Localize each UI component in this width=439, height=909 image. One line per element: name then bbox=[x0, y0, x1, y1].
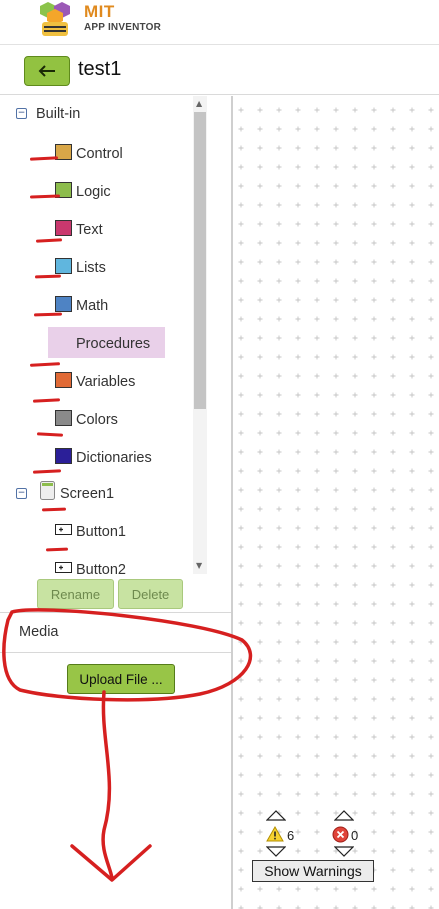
annotation-underline bbox=[45, 547, 69, 552]
error-count: 0 bbox=[351, 828, 359, 843]
category-swatch-lists bbox=[55, 258, 72, 274]
button-component-icon bbox=[55, 524, 72, 535]
tree-builtin-label[interactable]: Built-in bbox=[36, 106, 80, 122]
builtin-collapse-icon[interactable]: − bbox=[16, 108, 27, 119]
error-next-icon[interactable] bbox=[334, 846, 354, 858]
logo-subtitle: APP INVENTOR bbox=[84, 22, 162, 33]
annotation-underline bbox=[29, 362, 61, 367]
project-title: test1 bbox=[78, 58, 122, 80]
tree-screen1-label[interactable]: Screen1 bbox=[60, 486, 114, 502]
annotation-underline bbox=[33, 312, 63, 317]
button-component-icon bbox=[55, 562, 72, 573]
category-math[interactable]: Math bbox=[76, 298, 108, 314]
annotation-underline bbox=[32, 398, 61, 403]
header-divider bbox=[0, 44, 439, 45]
category-swatch-colors bbox=[55, 410, 72, 426]
warning-prev-icon[interactable] bbox=[266, 809, 286, 821]
annotation-arrow-shaft bbox=[101, 690, 114, 880]
annotation-underline bbox=[29, 156, 59, 161]
category-logic[interactable]: Logic bbox=[76, 184, 111, 200]
arrow-left-icon bbox=[38, 65, 55, 77]
blocks-workspace[interactable] bbox=[233, 96, 439, 909]
category-swatch-math bbox=[55, 296, 72, 312]
category-text[interactable]: Text bbox=[76, 222, 103, 238]
category-swatch-text bbox=[55, 220, 72, 236]
screen-icon bbox=[40, 481, 55, 500]
annotation-arrow-head bbox=[70, 844, 152, 882]
media-label: Media bbox=[19, 624, 59, 640]
delete-button[interactable]: Delete bbox=[118, 579, 183, 609]
category-control[interactable]: Control bbox=[76, 146, 123, 162]
error-prev-icon[interactable] bbox=[334, 809, 354, 821]
component-button1[interactable]: Button1 bbox=[76, 524, 126, 540]
app-inventor-logo bbox=[40, 2, 70, 36]
toolbar-divider bbox=[0, 94, 439, 95]
upload-file-button[interactable]: Upload File ... bbox=[67, 664, 175, 694]
tree-scrollbar-thumb[interactable] bbox=[194, 112, 206, 409]
annotation-underline bbox=[34, 274, 62, 279]
error-icon bbox=[332, 826, 349, 843]
category-variables[interactable]: Variables bbox=[76, 374, 135, 390]
screen1-collapse-icon[interactable]: − bbox=[16, 488, 27, 499]
annotation-underline bbox=[41, 507, 67, 512]
category-procedures[interactable]: Procedures bbox=[76, 336, 150, 352]
scroll-up-icon[interactable]: ▲ bbox=[196, 99, 202, 108]
category-dictionaries[interactable]: Dictionaries bbox=[76, 450, 152, 466]
warning-count: 6 bbox=[287, 828, 295, 843]
category-lists[interactable]: Lists bbox=[76, 260, 106, 276]
tree-divider bbox=[0, 612, 232, 613]
annotation-underline bbox=[36, 432, 64, 437]
media-divider bbox=[0, 652, 232, 653]
scroll-down-icon[interactable]: ▼ bbox=[196, 561, 202, 570]
annotation-underline bbox=[35, 238, 63, 243]
rename-button[interactable]: Rename bbox=[37, 579, 114, 609]
category-swatch-variables bbox=[55, 372, 72, 388]
show-warnings-button[interactable]: Show Warnings bbox=[252, 860, 374, 882]
annotation-underline bbox=[32, 469, 62, 474]
category-colors[interactable]: Colors bbox=[76, 412, 118, 428]
category-swatch-dictionaries bbox=[55, 448, 72, 464]
warning-next-icon[interactable] bbox=[266, 846, 286, 858]
warning-icon bbox=[266, 826, 284, 842]
logo-title: MIT bbox=[84, 2, 115, 21]
back-button[interactable] bbox=[24, 56, 70, 86]
